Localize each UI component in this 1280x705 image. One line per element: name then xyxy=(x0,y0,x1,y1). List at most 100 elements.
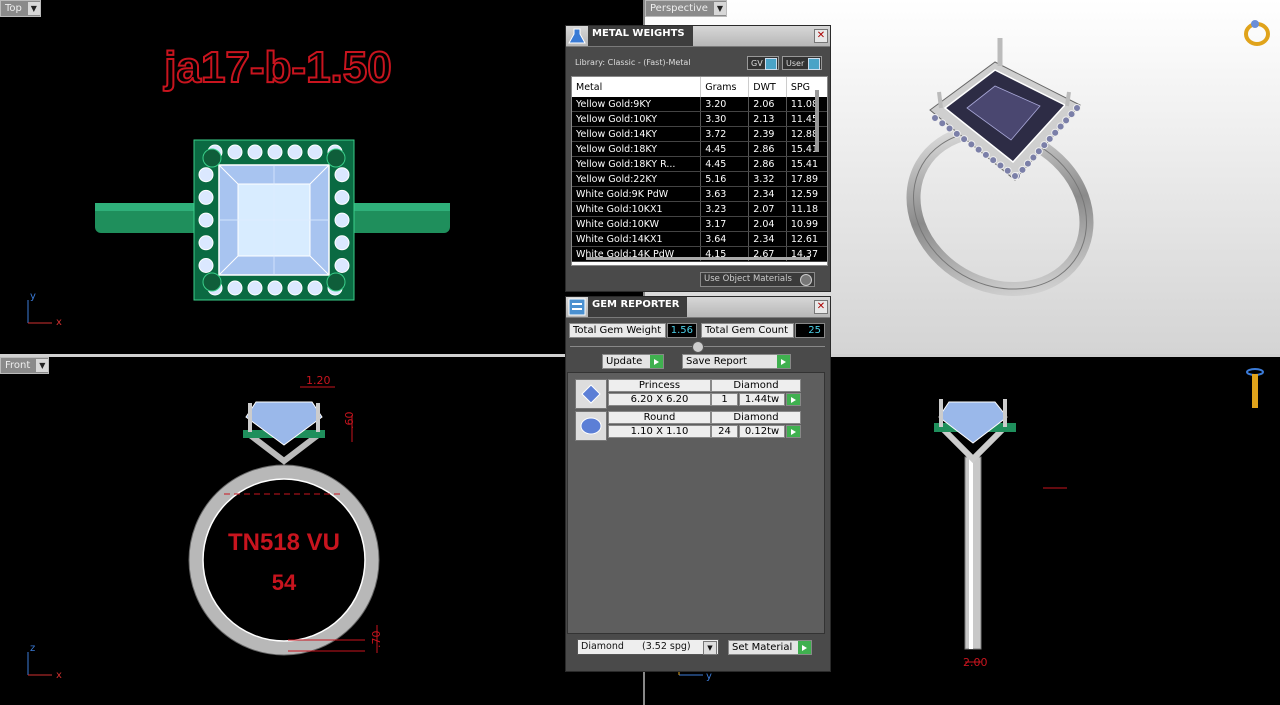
metal-weights-titlebar[interactable]: METAL WEIGHTS ✕ xyxy=(566,26,830,47)
table-row[interactable]: Yellow Gold:18KY R... 4.45 2.86 15.41 xyxy=(572,156,827,172)
material-select[interactable]: Diamond (3.52 spg) ▼ xyxy=(577,639,719,655)
metal-weights-table: Metal Grams DWT SPG Yellow Gold:9KY 3.20 2.06… xyxy=(571,76,828,266)
halo-stone xyxy=(334,235,350,251)
play-arrow-icon xyxy=(787,426,800,437)
save-report-button[interactable]: Save Report xyxy=(682,354,791,369)
material-select-value: Diamond (3.52 spg) xyxy=(581,641,691,652)
halo-stone xyxy=(247,144,263,160)
halo-stone xyxy=(1003,166,1012,175)
viewport-label: Top xyxy=(5,3,22,14)
halo-stone xyxy=(198,258,214,273)
gem-reporter-titlebar[interactable]: GEM REPORTER ✕ xyxy=(566,297,830,318)
table-row[interactable]: White Gold:14KX1 3.64 2.34 12.61 xyxy=(572,231,827,247)
halo-stone xyxy=(307,144,323,160)
table-cell: 2.04 xyxy=(748,216,787,232)
top-view-render: ja17-b-1.50 y x xyxy=(27,42,450,328)
side-view-icon[interactable] xyxy=(1246,368,1264,408)
halo-stone xyxy=(1051,128,1060,137)
halo-stone xyxy=(287,280,303,296)
viewport-label: Front xyxy=(5,360,31,371)
halo-stone xyxy=(967,140,976,149)
table-cell: 3.64 xyxy=(700,231,750,247)
halo-stone xyxy=(198,189,214,205)
use-object-materials-toggle[interactable]: Use Object Materials xyxy=(700,272,815,287)
engraving-text-1: TN518 VU xyxy=(228,529,340,556)
top-viewport[interactable]: Top ▼ ja17-b-1.50 y x xyxy=(0,0,565,354)
panel-title: METAL WEIGHTS xyxy=(588,26,693,46)
close-icon[interactable]: ✕ xyxy=(814,29,828,43)
horizontal-scrollbar[interactable] xyxy=(586,257,810,260)
dropdown-arrow-icon[interactable]: ▼ xyxy=(27,2,40,15)
column-header[interactable]: DWT xyxy=(748,77,787,97)
library-label: Library: Classic - (Fast)-Metal xyxy=(575,58,691,67)
close-icon[interactable]: ✕ xyxy=(814,300,828,314)
halo-stone xyxy=(1011,172,1019,180)
table-cell: Yellow Gold:18KY R... xyxy=(572,156,702,172)
halo-stone xyxy=(952,129,961,138)
round-cut-icon[interactable] xyxy=(575,411,607,441)
halo-stone xyxy=(334,212,350,228)
checkbox-icon xyxy=(808,58,820,70)
table-row[interactable]: White Gold:10KW 3.17 2.04 10.99 xyxy=(572,216,827,232)
table-row[interactable]: White Gold:10KX1 3.23 2.07 11.18 xyxy=(572,201,827,217)
gv-toggle[interactable]: GV xyxy=(747,56,779,70)
halo-stone xyxy=(1034,147,1043,156)
table-row[interactable]: Yellow Gold:22KY 5.16 3.32 17.89 xyxy=(572,171,827,187)
use-object-materials-label: Use Object Materials xyxy=(704,274,792,284)
table-cell: 12.59 xyxy=(786,186,827,202)
halo-stone xyxy=(1062,116,1071,125)
table-cell: 2.34 xyxy=(748,186,787,202)
dim-bottom-text: .70 xyxy=(370,631,383,649)
user-toggle[interactable]: User xyxy=(782,56,822,70)
princess-cut-icon[interactable] xyxy=(575,379,607,409)
column-header[interactable]: SPG xyxy=(786,77,827,97)
halo-stone xyxy=(247,280,263,296)
column-header[interactable]: Metal xyxy=(572,77,702,97)
halo-stone xyxy=(334,167,350,183)
play-arrow-icon xyxy=(798,641,811,654)
viewport-tab-top[interactable]: Top ▼ xyxy=(0,0,41,17)
update-button[interactable]: Update xyxy=(602,354,664,369)
table-cell: 15.41 xyxy=(786,141,827,157)
table-cell: 3.72 xyxy=(700,126,750,142)
vertical-scrollbar[interactable] xyxy=(815,90,819,152)
halo-stone xyxy=(198,235,214,251)
table-cell: 3.63 xyxy=(700,186,750,202)
axis-y-label: y xyxy=(706,671,712,682)
table-row[interactable]: Yellow Gold:18KY 4.45 2.86 15.41 xyxy=(572,141,827,157)
halo-stone xyxy=(974,145,983,154)
table-row[interactable]: White Gold:9K PdW 3.63 2.34 12.59 xyxy=(572,186,827,202)
gem-detail-button[interactable] xyxy=(786,425,801,438)
halo-stone xyxy=(307,280,323,296)
halo-stone xyxy=(938,119,947,128)
gem-detail-button[interactable] xyxy=(786,393,801,406)
play-arrow-icon xyxy=(777,355,790,368)
halo-stone xyxy=(981,150,990,159)
halo-stone xyxy=(1045,134,1054,143)
set-material-button[interactable]: Set Material xyxy=(728,640,812,655)
viewport-tab-front[interactable]: Front ▼ xyxy=(0,357,50,374)
slider-knob[interactable] xyxy=(692,341,704,353)
table-row[interactable]: Yellow Gold:9KY 3.20 2.06 11.08 xyxy=(572,97,827,112)
front-viewport[interactable]: Front ▼ 1.20 .60 .70 TN518 VU 54 z x xyxy=(0,357,565,705)
table-cell: 2.06 xyxy=(748,97,787,112)
halo-stone xyxy=(198,212,214,228)
table-cell: 11.08 xyxy=(786,97,827,112)
table-header: Metal Grams DWT SPG xyxy=(572,77,827,97)
ring-view-icon[interactable] xyxy=(1244,20,1270,46)
gem-material: Diamond xyxy=(711,379,801,392)
table-cell: 17.89 xyxy=(786,171,827,187)
table-cell: 2.34 xyxy=(748,231,787,247)
table-cell: 2.86 xyxy=(748,156,787,172)
column-header[interactable]: Grams xyxy=(700,77,750,97)
table-row[interactable]: Yellow Gold:10KY 3.30 2.13 11.45 xyxy=(572,111,827,127)
table-cell: 4.45 xyxy=(700,156,750,172)
dropdown-arrow-icon[interactable]: ▼ xyxy=(36,359,49,372)
dropdown-arrow-icon[interactable]: ▼ xyxy=(713,2,726,15)
table-cell: 2.13 xyxy=(748,111,787,127)
viewport-tab-perspective[interactable]: Perspective ▼ xyxy=(645,0,727,17)
table-row[interactable]: Yellow Gold:14KY 3.72 2.39 12.88 xyxy=(572,126,827,142)
table-cell: White Gold:10KW xyxy=(572,216,702,232)
dim-side-text: .60 xyxy=(343,412,356,430)
table-cell: 3.23 xyxy=(700,201,750,217)
